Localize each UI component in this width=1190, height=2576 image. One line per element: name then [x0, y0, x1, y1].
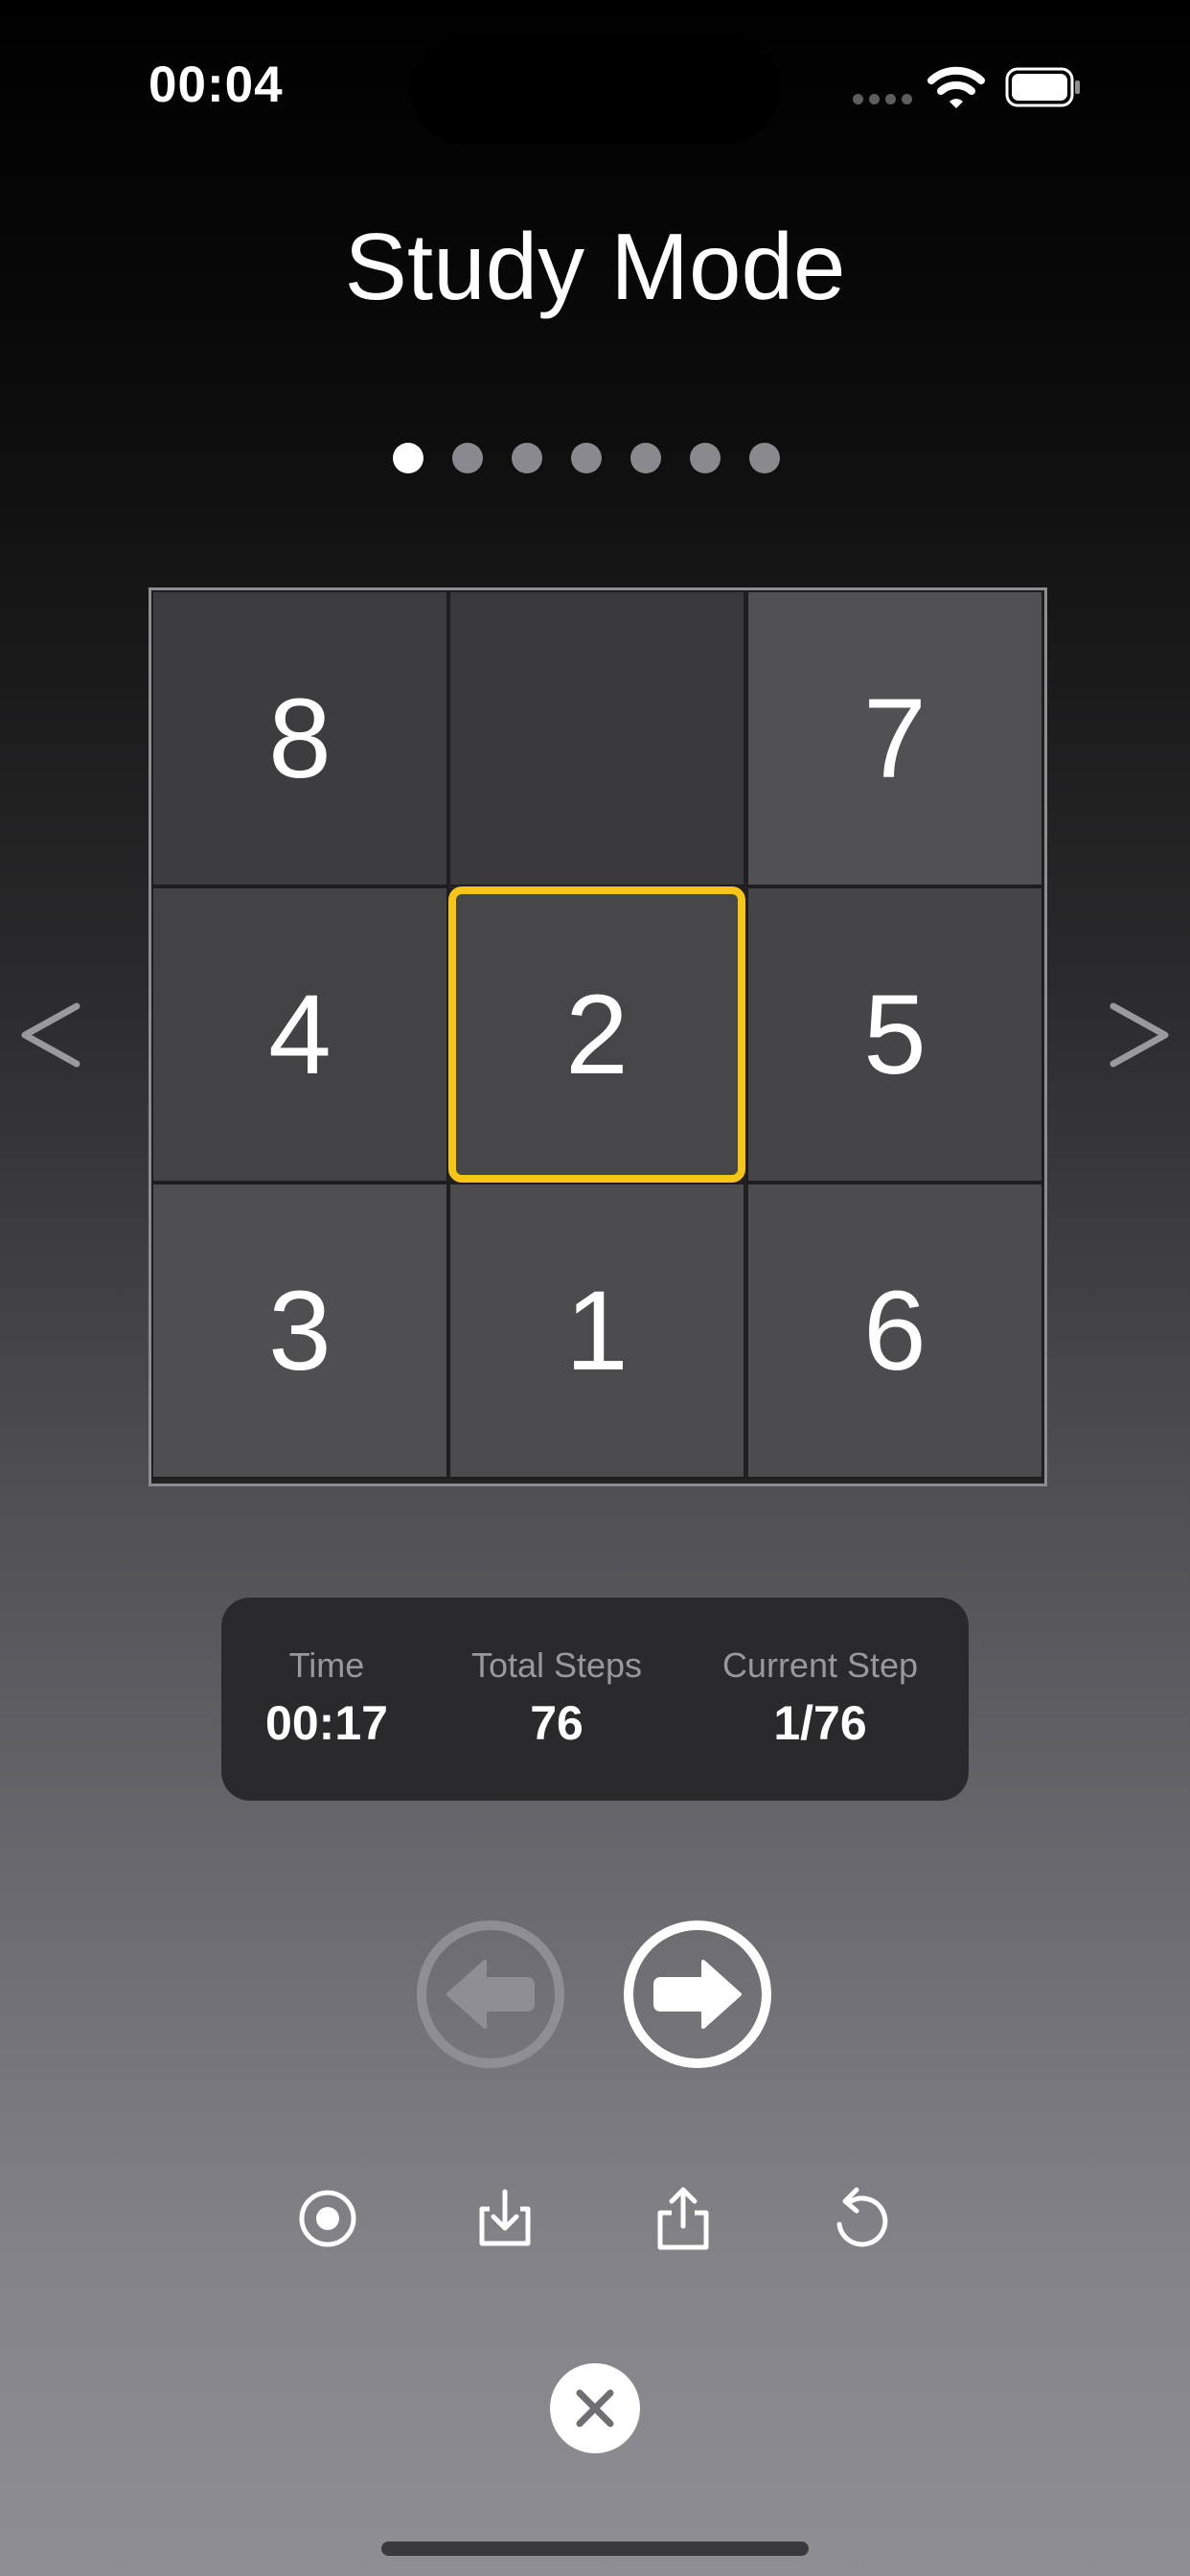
dynamic-island	[410, 34, 780, 144]
tile[interactable]: 4	[151, 886, 448, 1183]
record-icon	[299, 2190, 356, 2247]
tile[interactable]: 3	[151, 1183, 448, 1479]
step-back-button[interactable]	[416, 1920, 565, 2069]
time-label: Time	[288, 1645, 365, 1685]
tile[interactable]: 5	[746, 886, 1043, 1183]
step-forward-button[interactable]	[623, 1920, 772, 2069]
share-icon	[657, 2187, 709, 2250]
cellular-signal-icon	[853, 91, 912, 106]
stats-card: Time 00:17 Total Steps 76 Current Step 1…	[221, 1598, 969, 1801]
undo-icon	[836, 2187, 888, 2247]
close-icon	[576, 2389, 614, 2427]
chevron-right-icon[interactable]	[1106, 997, 1173, 1073]
current-step-value: 1/76	[773, 1696, 867, 1750]
share-button[interactable]	[645, 2180, 721, 2257]
total-steps-value: 76	[530, 1696, 584, 1750]
highlighted-tile[interactable]: 2	[448, 886, 745, 1183]
total-steps-stat: Total Steps 76	[451, 1645, 662, 1751]
page-dot-3[interactable]	[512, 443, 542, 473]
close-button[interactable]	[550, 2363, 640, 2453]
time-stat: Time 00:17	[260, 1645, 394, 1751]
record-button[interactable]	[289, 2180, 366, 2257]
battery-icon	[1005, 67, 1082, 107]
current-step-label: Current Step	[721, 1645, 919, 1685]
puzzle-board: 8 7 4 2 5 3 1 6	[149, 587, 1047, 1486]
page-dot-2[interactable]	[452, 443, 483, 473]
home-indicator	[381, 2542, 809, 2556]
page-dot-4[interactable]	[571, 443, 602, 473]
page-title: Study Mode	[344, 214, 846, 319]
tile[interactable]: 7	[746, 590, 1043, 886]
page-dot-7[interactable]	[749, 443, 780, 473]
page-dot-1[interactable]	[393, 443, 423, 473]
tile[interactable]: 1	[448, 1183, 745, 1479]
tile[interactable]: 6	[746, 1183, 1043, 1479]
current-step-stat: Current Step 1/76	[700, 1645, 940, 1751]
page-indicator[interactable]	[393, 443, 795, 475]
download-icon	[479, 2189, 531, 2246]
download-button[interactable]	[467, 2180, 543, 2257]
page-dot-6[interactable]	[690, 443, 721, 473]
wifi-icon	[927, 65, 985, 111]
arrow-right-circle-icon	[624, 1920, 771, 2068]
time-value: 00:17	[265, 1696, 388, 1750]
empty-tile[interactable]	[448, 590, 745, 886]
chevron-left-icon[interactable]	[17, 997, 84, 1073]
status-time: 00:04	[149, 57, 284, 113]
arrow-left-circle-icon	[417, 1920, 564, 2068]
reset-button[interactable]	[822, 2180, 899, 2257]
tile[interactable]: 8	[151, 590, 448, 886]
page-dot-5[interactable]	[630, 443, 661, 473]
total-steps-label: Total Steps	[470, 1645, 643, 1685]
